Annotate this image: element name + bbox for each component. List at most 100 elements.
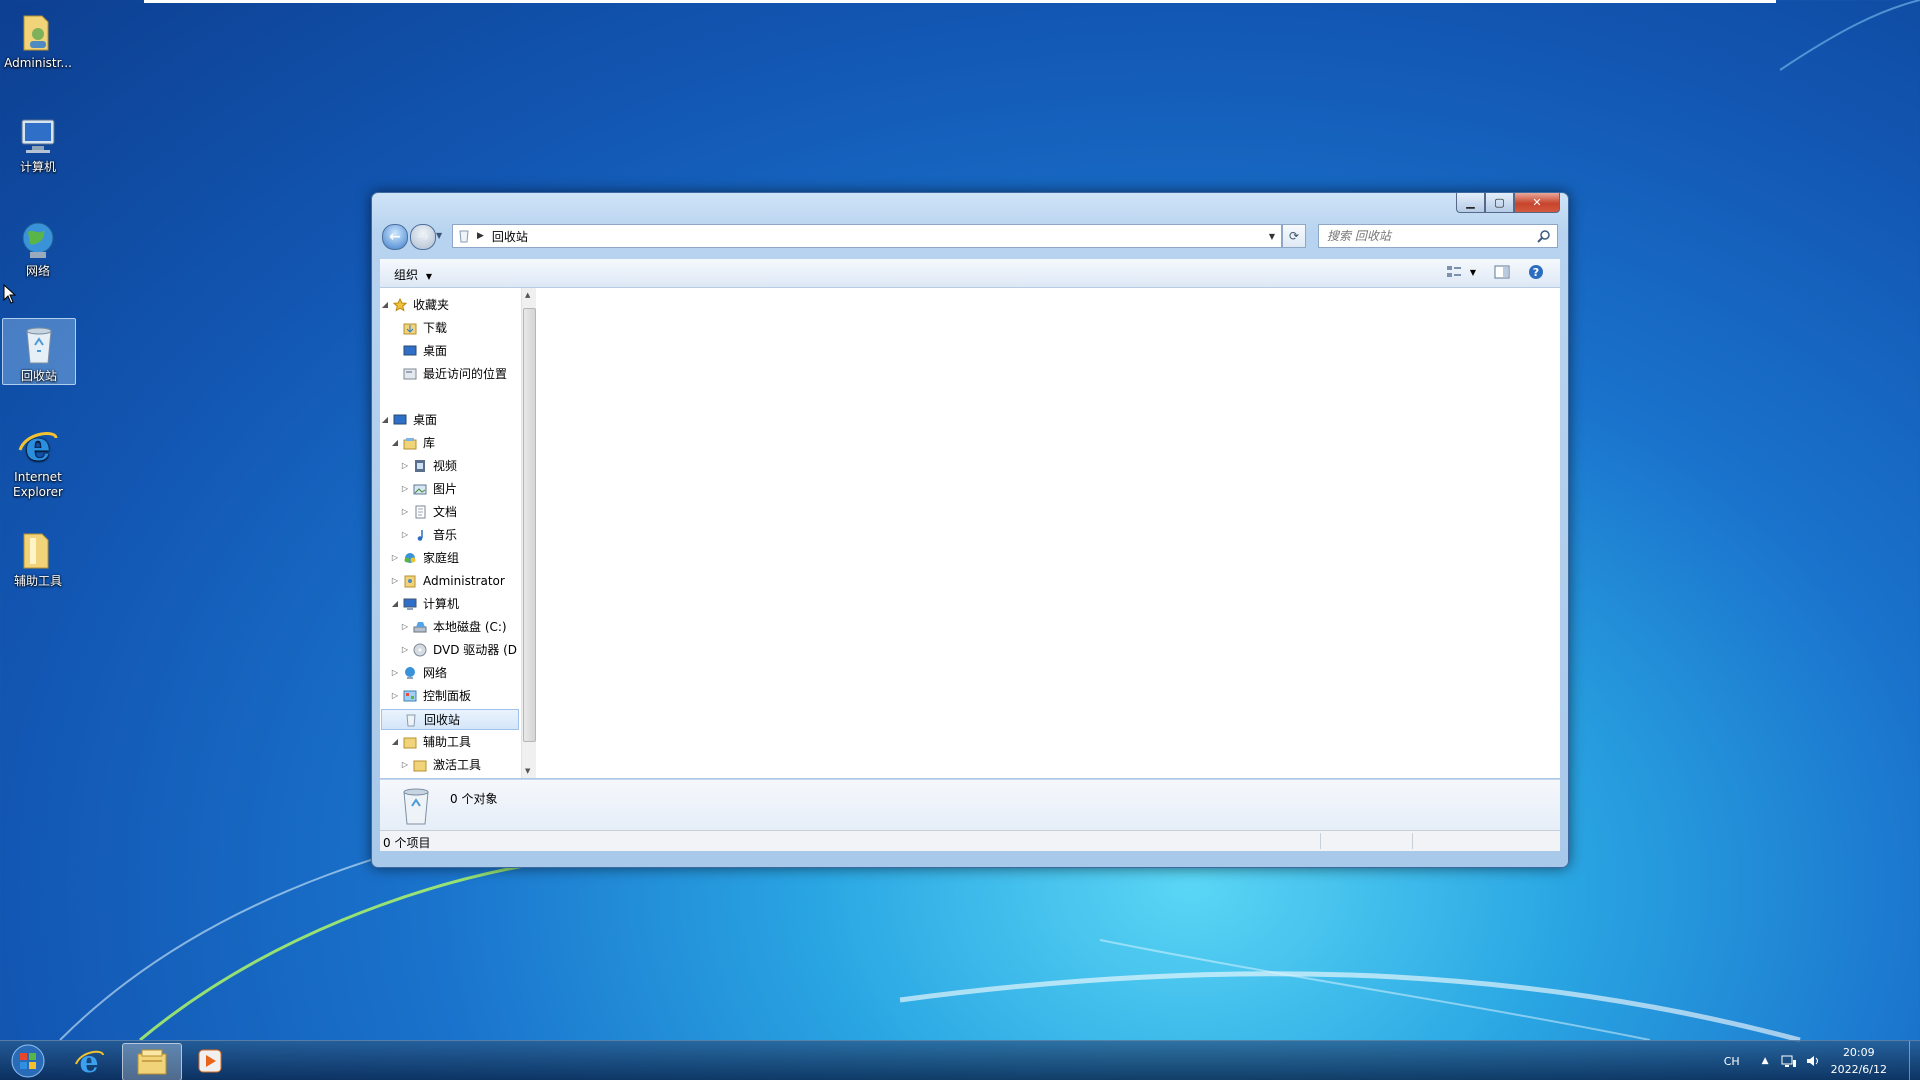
desktop-icon-tools-folder[interactable]: 辅助工具 <box>2 524 74 589</box>
tree-item-dvd-drive[interactable]: ▷ DVD 驱动器 (D <box>400 640 517 659</box>
collapsed-arrow-icon[interactable]: ▷ <box>390 668 400 677</box>
collapsed-arrow-icon[interactable]: ▷ <box>400 461 410 470</box>
minimize-button[interactable]: ▁ <box>1456 193 1485 213</box>
computer-icon <box>402 596 418 612</box>
tree-item-documents[interactable]: ▷ 文档 <box>400 502 457 521</box>
windows-logo-icon <box>11 1044 45 1078</box>
desktop-icon-administrator[interactable]: Administr... <box>2 6 74 71</box>
details-object-count: 0 个对象 <box>450 792 498 806</box>
navigation-bar: ← → ▼ ▶ 回收站 ▼ ⟳ <box>380 223 1560 250</box>
file-list-area[interactable] <box>538 288 1560 778</box>
start-button[interactable] <box>4 1043 52 1079</box>
close-button[interactable]: ✕ <box>1514 193 1560 213</box>
desktop-icon-label: 辅助工具 <box>13 574 62 588</box>
scrollbar-thumb[interactable] <box>523 308 536 742</box>
refresh-button[interactable]: ⟳ <box>1282 224 1306 248</box>
desktop-icon-label: Administr... <box>4 56 72 70</box>
scroll-up-arrow-icon[interactable]: ▲ <box>525 291 530 299</box>
tree-item-local-disk-c[interactable]: ▷ 本地磁盘 (C:) <box>400 617 507 636</box>
taskbar-explorer-active[interactable] <box>122 1043 182 1080</box>
back-button[interactable]: ← <box>382 224 408 250</box>
desktop-icon-computer[interactable]: 计算机 <box>2 110 74 175</box>
tree-item-computer[interactable]: ◢ 计算机 <box>390 594 459 613</box>
tree-item-activation-tools[interactable]: ▷ 激活工具 <box>400 755 481 774</box>
network-status-icon[interactable] <box>1781 1054 1797 1068</box>
recent-pages-dropdown[interactable]: ▼ <box>436 231 442 240</box>
taskbar-media-player[interactable] <box>190 1043 230 1079</box>
search-icon[interactable] <box>1537 229 1551 243</box>
search-box[interactable] <box>1318 224 1558 248</box>
desktop-icon-label: 回收站 <box>20 369 57 383</box>
navigation-pane-scrollbar[interactable]: ▲ ▼ <box>521 288 536 778</box>
tree-item-videos[interactable]: ▷ 视频 <box>400 456 457 475</box>
collapsed-arrow-icon[interactable]: ▷ <box>400 645 410 654</box>
help-icon[interactable]: ? <box>1528 264 1544 280</box>
show-hidden-icons-icon[interactable]: ▲ <box>1762 1056 1769 1066</box>
tree-item-control-panel[interactable]: ▷ 控制面板 <box>390 686 471 705</box>
tree-item-pictures[interactable]: ▷ 图片 <box>400 479 457 498</box>
collapsed-arrow-icon[interactable]: ▷ <box>400 622 410 631</box>
search-input[interactable] <box>1325 228 1529 244</box>
scroll-down-arrow-icon[interactable]: ▼ <box>525 767 530 775</box>
language-indicator[interactable]: CH <box>1724 1055 1740 1068</box>
tree-item-homegroup[interactable]: ▷ 家庭组 <box>390 548 459 567</box>
address-dropdown-icon[interactable]: ▼ <box>1269 232 1275 241</box>
volume-icon[interactable] <box>1805 1054 1821 1068</box>
taskbar: e CH ▲ 20:09 2022/6/12 <box>0 1040 1920 1080</box>
organize-menu-button[interactable]: 组织 ▼ <box>394 266 432 283</box>
folder-icon <box>16 528 60 572</box>
collapsed-arrow-icon[interactable]: ▷ <box>400 507 410 516</box>
library-icon <box>402 435 418 451</box>
recent-places-icon <box>402 366 418 382</box>
expanded-arrow-icon[interactable]: ◢ <box>390 599 400 608</box>
details-pane: 0 个对象 <box>380 779 1560 830</box>
tree-item-downloads[interactable]: 下载 <box>390 318 447 337</box>
expanded-arrow-icon[interactable]: ◢ <box>380 415 390 424</box>
address-bar[interactable]: ▶ 回收站 ▼ <box>452 224 1282 248</box>
expanded-arrow-icon[interactable]: ◢ <box>390 737 400 746</box>
tree-item-favorites[interactable]: ◢ 收藏夹 <box>380 295 449 314</box>
mouse-cursor-icon <box>3 284 17 304</box>
change-view-button[interactable]: ▼ <box>1446 265 1476 279</box>
window-caption-buttons: ▁ ▢ ✕ <box>1456 193 1560 213</box>
collapsed-arrow-icon[interactable]: ▷ <box>400 484 410 493</box>
taskbar-internet-explorer[interactable]: e <box>64 1043 114 1079</box>
preview-pane-icon[interactable] <box>1494 265 1510 279</box>
tree-item-desktop[interactable]: ◢ 桌面 <box>380 410 437 429</box>
desktop-icon-label: 网络 <box>25 264 50 278</box>
tree-item-libraries[interactable]: ◢ 库 <box>390 433 435 452</box>
tree-item-network[interactable]: ▷ 网络 <box>390 663 447 682</box>
tree-item-tools-folder[interactable]: ◢ 辅助工具 <box>390 732 471 751</box>
tree-item-music[interactable]: ▷ 音乐 <box>400 525 457 544</box>
explorer-window: ▁ ▢ ✕ ← → ▼ ▶ 回收站 ▼ ⟳ 组织 ▼ ▼ ? <box>371 192 1569 868</box>
tree-item-desktop-fav[interactable]: 桌面 <box>390 341 447 360</box>
expanded-arrow-icon[interactable]: ◢ <box>390 438 400 447</box>
recycle-bin-large-icon <box>403 788 429 825</box>
internet-explorer-icon: e <box>75 1045 104 1077</box>
hard-drive-icon <box>412 619 428 635</box>
show-desktop-button[interactable] <box>1909 1041 1920 1080</box>
tree-item-recent-places[interactable]: 最近访问的位置 <box>390 364 507 383</box>
clock[interactable]: 20:09 2022/6/12 <box>1831 1044 1887 1078</box>
view-dropdown-icon: ▼ <box>1469 267 1476 277</box>
collapsed-arrow-icon[interactable]: ▷ <box>390 576 400 585</box>
toolbar-right-icons: ▼ ? <box>1446 264 1544 280</box>
desktop-icon-recycle-bin[interactable]: 回收站 <box>2 318 76 385</box>
collapsed-arrow-icon[interactable]: ▷ <box>400 530 410 539</box>
pictures-icon <box>412 481 428 497</box>
collapsed-arrow-icon[interactable]: ▷ <box>390 553 400 562</box>
forward-button[interactable]: → <box>410 224 436 250</box>
collapsed-arrow-icon[interactable]: ▷ <box>390 691 400 700</box>
network-globe-icon <box>16 218 60 262</box>
desktop-icon-network[interactable]: 网络 <box>2 214 74 279</box>
expanded-arrow-icon[interactable]: ◢ <box>380 300 390 309</box>
breadcrumb-recycle-bin[interactable]: 回收站 <box>492 228 528 245</box>
breadcrumb-arrow-icon[interactable]: ▶ <box>477 231 484 241</box>
maximize-button[interactable]: ▢ <box>1485 193 1514 213</box>
network-icon <box>402 665 418 681</box>
collapsed-arrow-icon[interactable]: ▷ <box>400 760 410 769</box>
tree-item-recycle-bin[interactable]: 回收站 <box>381 709 519 730</box>
desktop-icon-internet-explorer[interactable]: e Internet Explorer <box>2 420 74 500</box>
chevron-down-icon: ▼ <box>425 272 432 281</box>
tree-item-administrator[interactable]: ▷ Administrator <box>390 571 505 590</box>
